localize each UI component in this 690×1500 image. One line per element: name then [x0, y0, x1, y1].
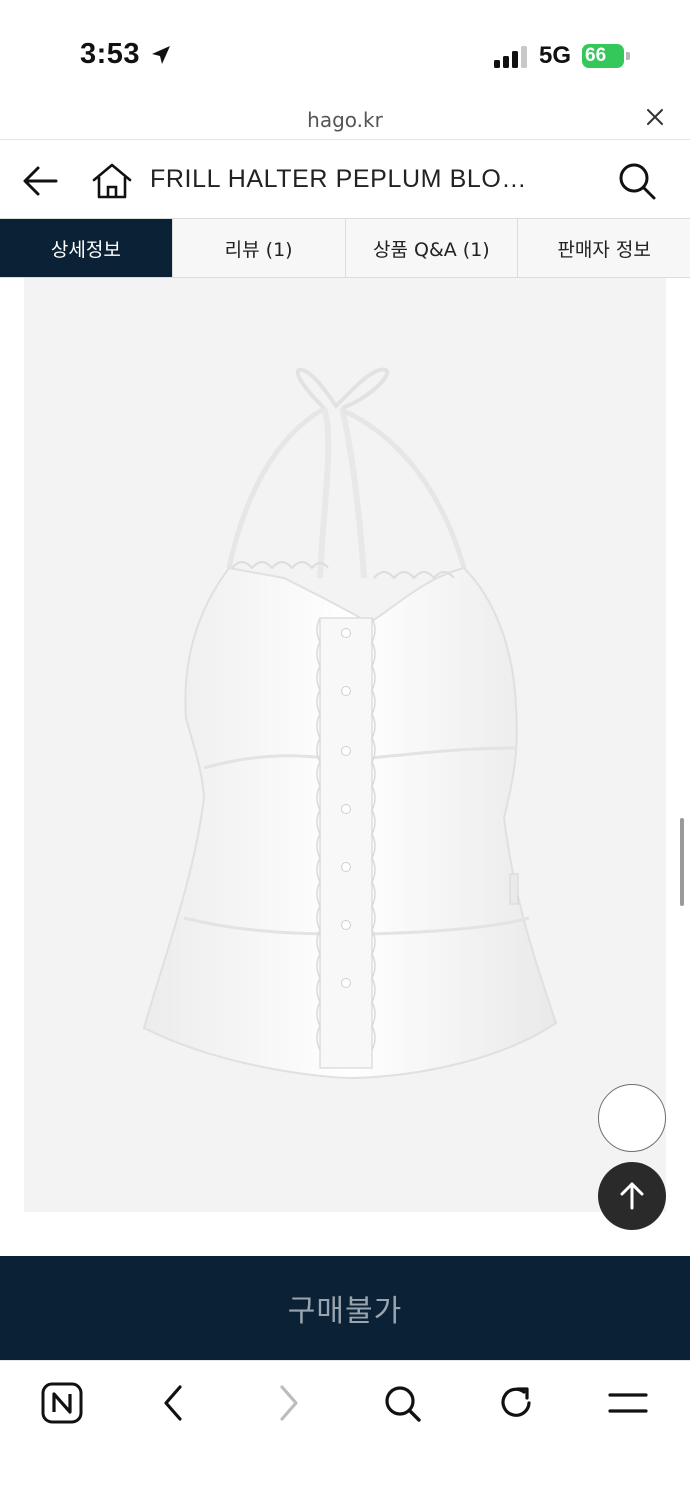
battery-charging-icon: 66 [582, 44, 630, 68]
browser-toolbar [0, 1360, 690, 1500]
product-image [24, 278, 666, 1212]
page-header: FRILL HALTER PEPLUM BLO… [0, 140, 690, 218]
url-text[interactable]: hago.kr [0, 108, 690, 132]
floating-action-button[interactable] [598, 1084, 666, 1152]
purchase-label: 구매불가 [287, 1294, 403, 1329]
scroll-top-button[interactable] [598, 1162, 666, 1230]
search-icon[interactable] [616, 160, 658, 202]
close-icon[interactable] [644, 106, 666, 128]
menu-icon[interactable] [606, 1381, 650, 1425]
back-chevron-icon[interactable] [152, 1381, 196, 1425]
url-bar[interactable]: hago.kr [0, 100, 690, 140]
status-bar: 3:53 5G 66 [0, 0, 690, 100]
tab-seller-info[interactable]: 판매자 정보 [517, 219, 690, 277]
battery-level: 66 [585, 45, 607, 66]
halter-blouse-image [142, 367, 558, 1080]
search-icon[interactable] [380, 1381, 424, 1425]
tab-qna[interactable]: 상품 Q&A (1) [344, 219, 518, 277]
location-arrow-icon [152, 46, 170, 64]
page-title: FRILL HALTER PEPLUM BLO… [150, 165, 527, 193]
forward-chevron-icon[interactable] [266, 1381, 310, 1425]
tab-reviews[interactable]: 리뷰 (1) [171, 219, 345, 277]
scroll-indicator[interactable] [680, 818, 684, 906]
home-icon[interactable] [90, 160, 134, 202]
refresh-icon[interactable] [494, 1381, 538, 1425]
network-type: 5G [539, 42, 572, 69]
detail-tabs: 상세정보 리뷰 (1) 상품 Q&A (1) 판매자 정보 [0, 218, 690, 278]
tab-detail-info[interactable]: 상세정보 [0, 219, 172, 277]
back-arrow-icon[interactable] [20, 160, 62, 202]
signal-bars-icon [494, 46, 527, 68]
naver-n-icon[interactable] [40, 1381, 84, 1425]
status-time: 3:53 [80, 38, 141, 70]
purchase-button[interactable]: 구매불가 [0, 1256, 690, 1360]
arrow-up-icon [620, 1182, 644, 1210]
